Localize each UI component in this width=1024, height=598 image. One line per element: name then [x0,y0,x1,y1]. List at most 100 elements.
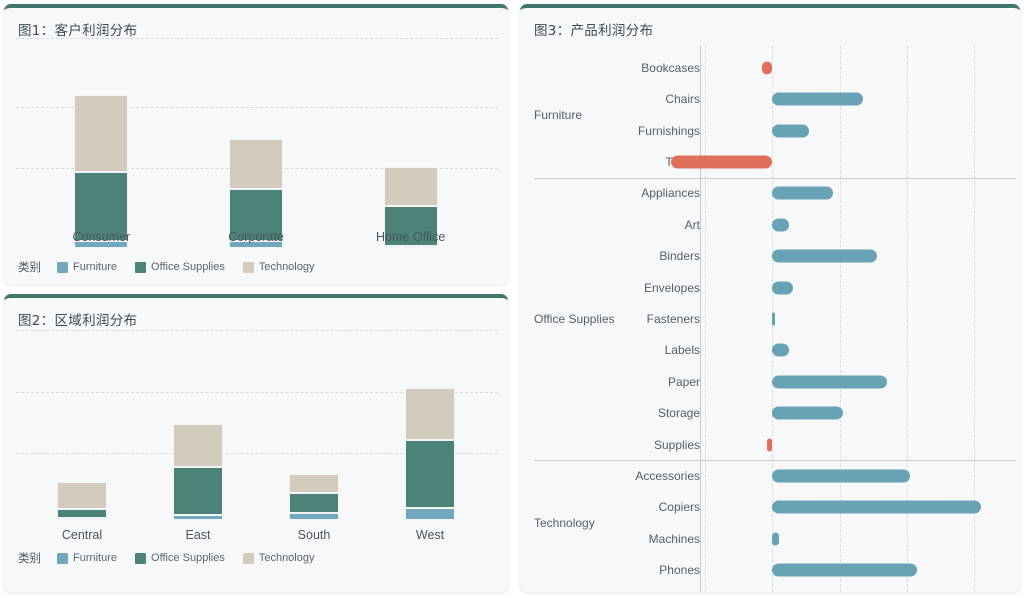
category-group-label: Office Supplies [534,312,615,326]
bar-segment-furniture[interactable] [405,507,455,520]
horizontal-bar[interactable] [762,61,773,75]
horizontal-bar[interactable] [772,343,790,357]
bar-segment-office-supplies[interactable] [173,466,223,516]
horizontal-bar[interactable] [772,532,780,546]
legend-label: Office Supplies [151,261,225,273]
category-label: Corporate [228,230,284,244]
horizontal-bar[interactable] [671,155,773,169]
gridline [16,330,498,331]
legend-swatch-icon [135,261,147,273]
bar-segment-furniture[interactable] [289,513,339,520]
figure1-plot-area [4,38,508,248]
legend-label: Office Supplies [151,552,225,564]
subcategory-label: Envelopes [643,280,700,295]
subcategory-label: Labels [664,343,700,358]
category-group-label: Furniture [534,107,583,122]
subcategory-label: Storage [657,406,700,421]
category-label: Home Office [376,230,446,244]
horizontal-bar[interactable] [772,124,810,138]
legend-item-furniture[interactable]: Furniture [57,552,117,564]
horizontal-bar[interactable] [772,92,864,106]
legend-item-technology[interactable]: Technology [242,552,315,564]
dashboard-root: 图1：客户利润分布 Consumer Corporate Home Office 类… [0,0,1024,598]
legend-label: Technology [258,261,315,273]
horizontal-bar[interactable] [772,469,911,483]
bar-segment-office-supplies[interactable] [405,440,455,508]
horizontal-bar[interactable] [767,438,773,452]
y-axis-line [700,46,701,592]
group-separator [534,460,1016,462]
legend-label: Technology [258,552,315,564]
figure2-legend: 类别 Furniture Office Supplies Technology [18,550,325,566]
horizontal-bar[interactable] [772,281,793,295]
legend-item-office-supplies[interactable]: Office Supplies [135,552,225,564]
figure2-title: 图2：区域利润分布 [18,313,138,329]
category-label: East [185,528,211,542]
figure2-plot-area [4,330,508,520]
bar-segment-technology[interactable] [289,473,339,494]
figure3-card: 图3：产品利润分布 BookcasesChairsFurnishingsTabl… [520,4,1020,592]
figure1-category-labels: Consumer Corporate Home Office [4,230,508,248]
figure2-card: 图2：区域利润分布 Central East South West 类别 Furnit… [4,294,508,592]
horizontal-bar[interactable] [772,406,844,420]
horizontal-bar[interactable] [772,375,887,389]
horizontal-bar[interactable] [772,249,877,263]
figure2-legend-title: 类别 [18,551,41,565]
stacked-bar[interactable] [57,340,107,520]
legend-label: Furniture [73,261,118,273]
horizontal-bar[interactable] [772,218,790,232]
stacked-bar[interactable] [383,63,438,248]
legend-swatch-icon [242,552,254,564]
legend-swatch-icon [242,261,254,273]
bar-segment-furniture[interactable] [57,518,107,520]
subcategory-label: Fasteners [646,312,700,326]
category-label: West [415,528,445,542]
bar-segment-technology[interactable] [74,95,129,172]
legend-item-office-supplies[interactable]: Office Supplies [135,261,225,273]
subcategory-label: Paper [667,374,700,389]
stacked-bar[interactable] [289,340,339,520]
subcategory-label: Furnishings [637,123,700,138]
stacked-bar[interactable] [229,63,283,248]
horizontal-bar[interactable] [772,563,918,577]
subcategory-label: Phones [659,563,700,578]
figure1-legend-title: 类别 [18,260,41,274]
right-column: 图3：产品利润分布 BookcasesChairsFurnishingsTabl… [520,4,1020,592]
bar-segment-office-supplies[interactable] [289,493,339,514]
subcategory-label: Machines [648,531,700,546]
figure2-category-labels: Central East South West [4,528,508,546]
subcategory-label: Supplies [653,437,700,452]
horizontal-bar[interactable] [772,312,776,326]
gridline [16,38,498,39]
bar-segment-technology[interactable] [229,139,283,189]
bar-segment-technology[interactable] [383,166,438,207]
subcategory-label: Accessories [635,469,700,484]
bar-segment-furniture[interactable] [173,515,223,520]
stacked-bar[interactable] [173,340,223,520]
stacked-bar[interactable] [405,340,455,520]
figure3-title: 图3：产品利润分布 [534,23,654,39]
subcategory-label: Art [684,217,700,232]
legend-swatch-icon [135,552,147,564]
bar-segment-technology[interactable] [405,388,455,441]
subcategory-label: Binders [659,249,700,264]
bar-segment-technology[interactable] [173,424,223,467]
subcategory-label: Bookcases [641,60,700,75]
figure3-plot-area: BookcasesChairsFurnishingsTablesFurnitur… [520,38,1020,592]
legend-swatch-icon [57,552,68,564]
horizontal-bar[interactable] [772,186,833,200]
figure1-legend: 类别 Furniture Office Supplies Technology [18,259,325,275]
figure1-title: 图1：客户利润分布 [18,23,138,39]
legend-swatch-icon [57,261,68,273]
legend-item-technology[interactable]: Technology [242,261,315,273]
stacked-bar[interactable] [74,63,129,248]
bar-segment-technology[interactable] [57,482,107,509]
subcategory-label: Appliances [641,186,700,201]
category-label: Consumer [72,230,131,244]
legend-item-furniture[interactable]: Furniture [57,261,117,273]
bar-segment-office-supplies[interactable] [57,508,107,518]
horizontal-bar[interactable] [772,500,982,514]
subcategory-label: Chairs [665,92,700,107]
gridline [705,46,706,592]
category-label: Central [61,528,103,542]
